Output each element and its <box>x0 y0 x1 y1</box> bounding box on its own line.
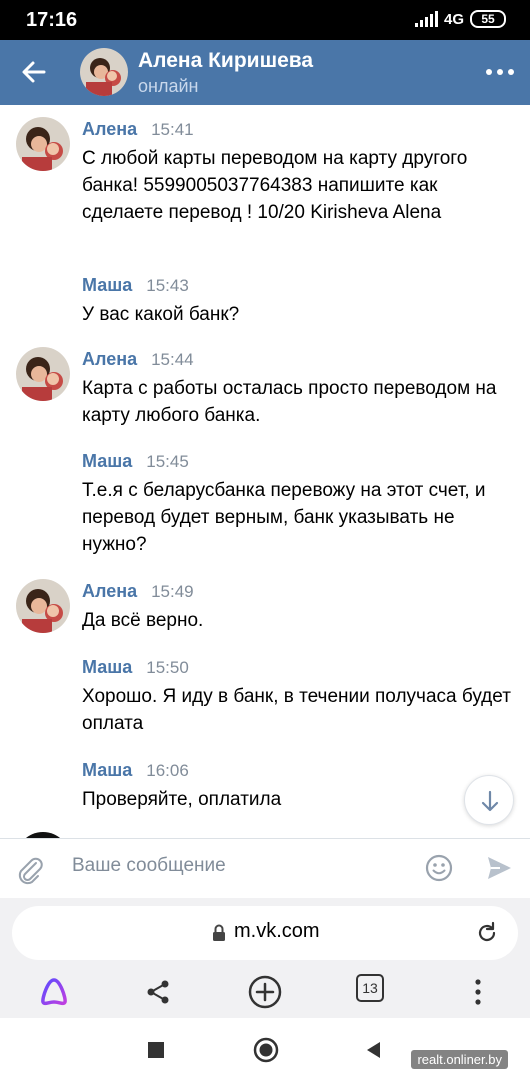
back-triangle-icon <box>367 1042 380 1058</box>
message-time: 15:45 <box>146 452 189 471</box>
message-author: Маша 15:43 <box>82 275 189 295</box>
message-text: Т.е.я с беларусбанка перевожу на этот сч… <box>82 480 486 555</box>
status-indicators: 4G 55 <box>414 10 506 28</box>
back-button[interactable] <box>18 56 50 88</box>
back-arrow-icon <box>22 61 46 83</box>
attach-button[interactable] <box>14 853 46 885</box>
reload-button[interactable] <box>474 920 500 946</box>
share-button[interactable] <box>140 974 176 1010</box>
home-icon <box>253 1037 279 1063</box>
message-text: С любой карты переводом на карту другого… <box>82 148 468 223</box>
back-nav-button[interactable] <box>362 1038 386 1062</box>
scroll-down-button[interactable] <box>464 775 514 825</box>
message-time: 15:41 <box>151 120 194 139</box>
message-text: Хорошо. Я иду в банк, в течении получаса… <box>82 686 511 734</box>
message-text: У вас какой банк? <box>82 304 240 325</box>
send-button[interactable] <box>484 853 514 883</box>
emoji-icon <box>425 854 453 882</box>
network-type: 4G <box>443 10 464 28</box>
share-icon <box>147 980 169 1004</box>
message-composer: Ваше сообщение <box>0 838 530 898</box>
message-avatar[interactable] <box>16 117 70 171</box>
tabs-button[interactable]: 13 <box>356 974 384 1002</box>
status-time: 17:16 <box>26 9 78 31</box>
alice-button[interactable] <box>36 974 72 1010</box>
status-bar: 17:16 4G 55 <box>0 0 530 40</box>
more-button[interactable] <box>486 60 514 84</box>
send-icon <box>488 857 511 879</box>
menu-button[interactable] <box>460 974 496 1010</box>
message-avatar[interactable] <box>16 579 70 633</box>
url-text: m.vk.com <box>234 920 320 942</box>
message-time: 15:50 <box>146 658 189 677</box>
url-field[interactable]: m.vk.com <box>12 906 518 960</box>
message-author: Маша 15:50 <box>82 657 189 677</box>
home-button[interactable] <box>252 1036 280 1064</box>
recents-button[interactable] <box>144 1038 168 1062</box>
message-author: Маша 16:06 <box>82 760 189 780</box>
message-time: 16:06 <box>146 761 189 780</box>
reload-icon <box>478 921 496 942</box>
watermark: realt.onliner.by <box>411 1050 508 1069</box>
browser-toolbar: 13 <box>0 968 530 1018</box>
message-list[interactable]: Алена 15:41 С любой карты переводом на ка… <box>0 105 530 840</box>
signal-icon <box>414 11 438 27</box>
contact-status: онлайн <box>138 76 199 96</box>
browser-address-bar: m.vk.com <box>0 898 530 968</box>
lock-icon <box>213 924 225 941</box>
message-author: Алена 15:44 <box>82 349 194 369</box>
menu-icon <box>475 979 481 1005</box>
recents-icon <box>148 1042 164 1058</box>
system-navigation-bar: realt.onliner.by <box>0 1018 530 1080</box>
message-text: Да всё верно. <box>82 610 204 631</box>
battery-icon: 55 <box>470 10 506 28</box>
more-icon <box>486 69 492 75</box>
chat-header: Алена Киришева онлайн <box>0 40 530 105</box>
alice-icon <box>41 978 67 1006</box>
message-input[interactable]: Ваше сообщение <box>72 855 226 877</box>
emoji-button[interactable] <box>424 853 454 883</box>
add-tab-icon <box>248 975 282 1009</box>
battery-level: 55 <box>481 12 495 26</box>
message-text: Проверяйте, оплатила <box>82 789 282 810</box>
message-author: Алена 15:49 <box>82 581 194 601</box>
message-text: Карта с работы осталась просто переводом… <box>82 378 497 426</box>
message-author: Маша 15:45 <box>82 451 189 471</box>
message-time: 15:44 <box>151 350 194 369</box>
message-time: 15:43 <box>146 276 189 295</box>
message-author: Алена 15:41 <box>82 119 194 139</box>
message-time: 15:49 <box>151 582 194 601</box>
contact-avatar[interactable] <box>80 48 128 96</box>
message-avatar[interactable] <box>16 347 70 401</box>
chevron-down-icon <box>481 790 499 812</box>
contact-name[interactable]: Алена Киришева <box>138 49 313 73</box>
new-tab-button[interactable] <box>247 974 283 1010</box>
attach-icon <box>18 857 43 885</box>
